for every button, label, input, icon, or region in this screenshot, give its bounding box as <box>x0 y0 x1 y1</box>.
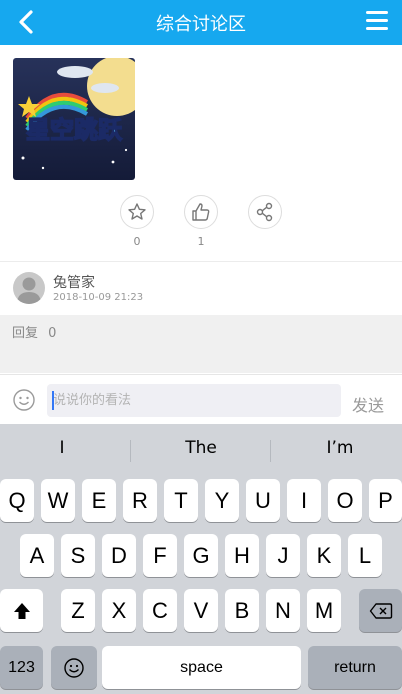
page-title: 综合讨论区 <box>156 13 246 35</box>
key-x[interactable]: X <box>102 589 136 632</box>
starry-jump-game-icon[interactable]: 星空跳跃 <box>13 58 135 180</box>
suggestion-item[interactable]: The <box>136 438 266 458</box>
key-m[interactable]: M <box>307 589 341 632</box>
comment-input-bar: 发送 <box>0 374 402 424</box>
key-o[interactable]: O <box>328 479 362 522</box>
header-bar: 综合讨论区 <box>0 0 402 45</box>
emoji-key[interactable] <box>51 646 97 689</box>
key-w[interactable]: W <box>41 479 75 522</box>
return-key[interactable]: return <box>308 646 402 689</box>
key-n[interactable]: N <box>266 589 300 632</box>
key-z[interactable]: Z <box>61 589 95 632</box>
game-title-text: 星空跳跃 <box>26 116 123 144</box>
emoji-face-icon <box>64 657 84 678</box>
reply-text: 回复 <box>12 326 39 341</box>
key-s[interactable]: S <box>61 534 95 577</box>
key-u[interactable]: U <box>246 479 280 522</box>
key-k[interactable]: K <box>307 534 341 577</box>
like-count: 1 <box>197 235 205 248</box>
star-icon[interactable] <box>120 195 154 229</box>
key-e[interactable]: E <box>82 479 116 522</box>
avatar[interactable] <box>13 272 45 304</box>
favorite-count: 0 <box>133 235 141 248</box>
comment-time: 2018-10-09 21:23 <box>53 292 144 303</box>
key-l[interactable]: L <box>348 534 382 577</box>
reply-label[interactable]: 回复 0 <box>12 322 56 341</box>
comment-input[interactable] <box>47 384 341 417</box>
shift-arrow-icon <box>13 602 30 619</box>
suggestion-bar: I The I’m <box>0 424 402 474</box>
share-action[interactable] <box>247 195 283 229</box>
suggestion-divider <box>270 440 271 462</box>
post-actions: 0 1 <box>0 195 402 251</box>
smiley-icon[interactable] <box>12 388 36 412</box>
backspace-key[interactable] <box>359 589 402 632</box>
key-y[interactable]: Y <box>205 479 239 522</box>
send-button[interactable]: 发送 <box>352 392 384 416</box>
favorite-action[interactable]: 0 <box>119 195 155 248</box>
key-b[interactable]: B <box>225 589 259 632</box>
reply-area: 回复 0 <box>0 315 402 373</box>
space-key[interactable]: space <box>102 646 301 689</box>
chevron-left-icon[interactable] <box>14 9 40 35</box>
key-q[interactable]: Q <box>0 479 34 522</box>
text-caret <box>52 391 54 410</box>
comment-author: 兔管家 <box>53 275 95 291</box>
key-c[interactable]: C <box>143 589 177 632</box>
shift-key[interactable] <box>0 589 43 632</box>
suggestion-item[interactable]: I’m <box>275 438 402 458</box>
backspace-icon <box>369 602 392 619</box>
reply-count: 0 <box>48 326 57 341</box>
key-h[interactable]: H <box>225 534 259 577</box>
key-p[interactable]: P <box>369 479 402 522</box>
like-action[interactable]: 1 <box>183 195 219 248</box>
share-icon[interactable] <box>248 195 282 229</box>
hamburger-menu-icon[interactable] <box>366 11 388 33</box>
key-g[interactable]: G <box>184 534 218 577</box>
key-v[interactable]: V <box>184 589 218 632</box>
key-r[interactable]: R <box>123 479 157 522</box>
suggestion-item[interactable]: I <box>0 438 127 458</box>
on-screen-keyboard: I The I’m Q W E R T Y U I O P A S D F G … <box>0 424 402 694</box>
key-i[interactable]: I <box>287 479 321 522</box>
key-j[interactable]: J <box>266 534 300 577</box>
key-a[interactable]: A <box>20 534 54 577</box>
comment-item: 兔管家 2018-10-09 21:23 <box>0 262 402 314</box>
key-t[interactable]: T <box>164 479 198 522</box>
key-f[interactable]: F <box>143 534 177 577</box>
key-d[interactable]: D <box>102 534 136 577</box>
thumbs-up-icon[interactable] <box>184 195 218 229</box>
numbers-key[interactable]: 123 <box>0 646 43 689</box>
suggestion-divider <box>130 440 131 462</box>
